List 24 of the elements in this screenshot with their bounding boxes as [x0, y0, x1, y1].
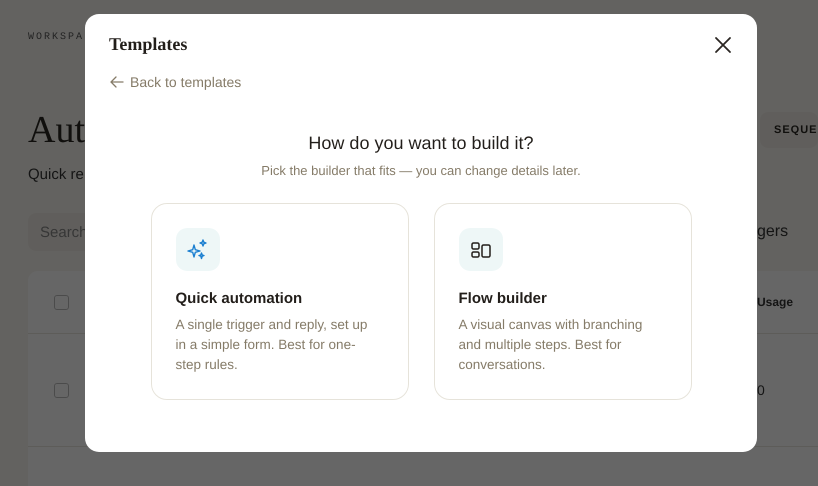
option-title: Flow builder: [458, 290, 548, 307]
option-description: A visual canvas with branching and multiple steps. Best for conversations.: [458, 316, 644, 374]
back-arrow-icon: [110, 76, 124, 88]
column-header: Usage: [757, 295, 794, 309]
back-link[interactable]: Back to templates: [110, 74, 242, 90]
builder-option-card[interactable]: Flow builder A visual canvas with branching and multiple steps. Best for conversations.: [434, 203, 692, 400]
dialog-heading: How do you want to build it?: [307, 133, 535, 154]
sparkles-icon: [186, 238, 208, 260]
breadcrumb: WORKSPA: [28, 32, 84, 45]
option-description: A single trigger and reply, set up in a simple form. Best for one-step rules.: [176, 316, 368, 374]
checkbox[interactable]: [54, 382, 69, 398]
sequence-button[interactable]: SEQUE: [760, 112, 818, 148]
close-icon: [714, 36, 732, 54]
layout-icon: [470, 240, 490, 258]
option-title: Quick automation: [176, 290, 304, 307]
page-title: Aut: [28, 108, 85, 152]
close-button[interactable]: [714, 36, 732, 54]
dialog-title: Templates: [109, 34, 188, 55]
checkbox[interactable]: [54, 294, 69, 310]
page-subtitle: Quick re: [28, 166, 84, 183]
builder-option-card[interactable]: Quick automation A single trigger and reply, set up in a simple form. Best for one-step rules.: [150, 203, 408, 400]
table-cell-text: 0: [757, 382, 766, 398]
filter-dropdown[interactable]: gers: [757, 213, 818, 251]
dialog-subheading: Pick the builder that fits — you can change details later.: [260, 163, 582, 178]
